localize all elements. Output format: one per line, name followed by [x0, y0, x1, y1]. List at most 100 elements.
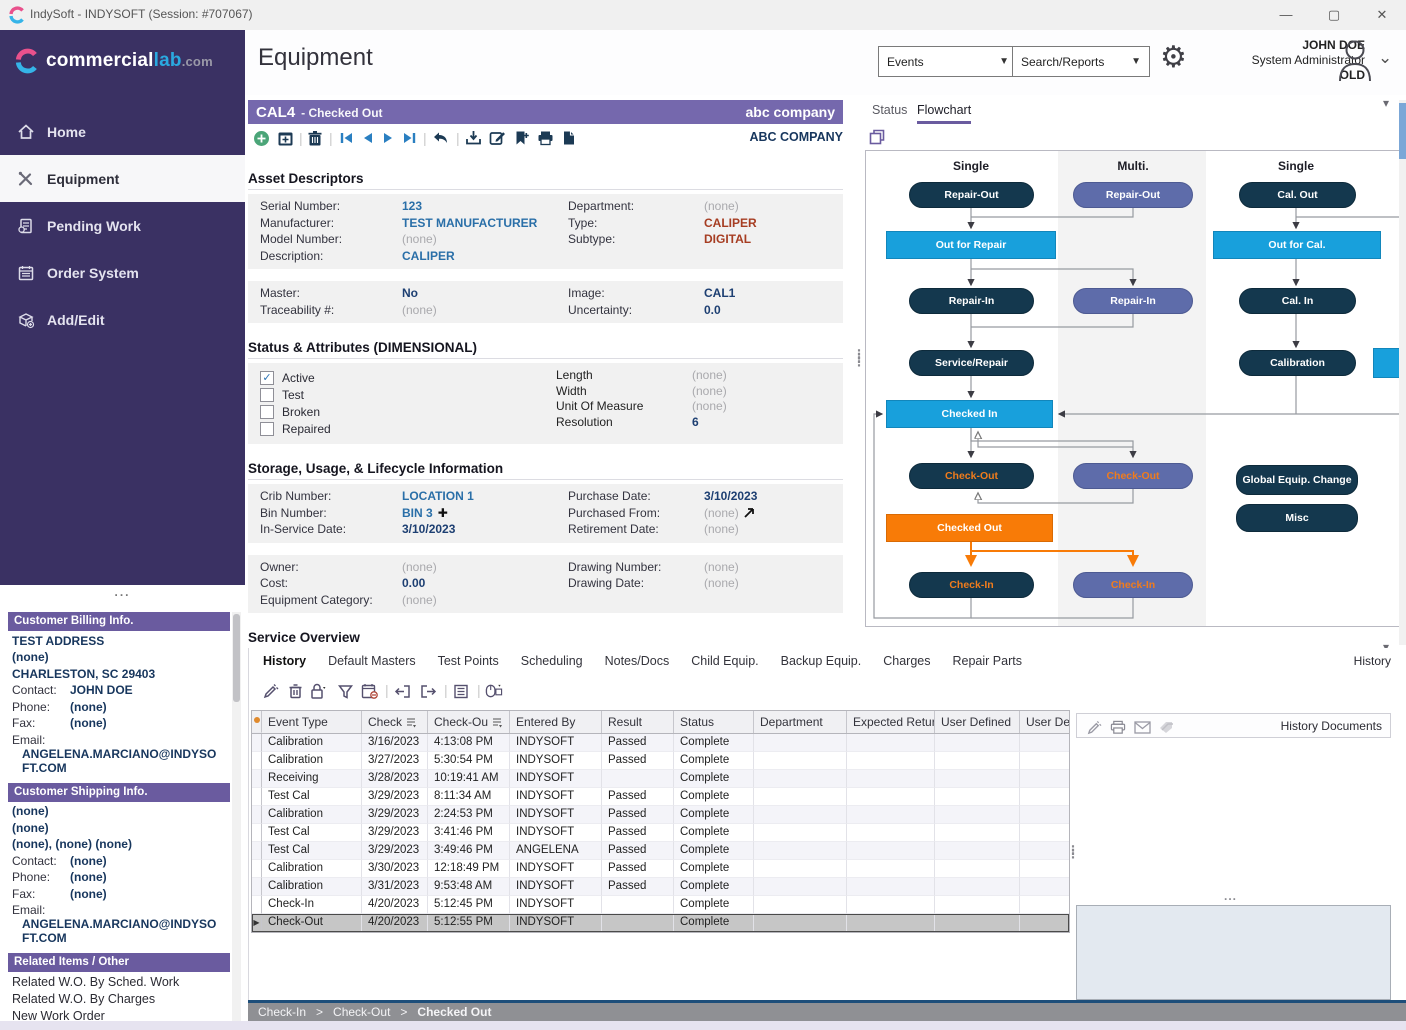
email-icon[interactable] [1133, 718, 1151, 736]
table-row[interactable]: Calibration3/30/202312:18:49 PMINDYSOFTP… [252, 860, 1069, 878]
copy-icon[interactable] [869, 129, 885, 145]
list-icon[interactable] [452, 682, 470, 700]
shipping-email[interactable]: ANGELENA.MARCIANO@INDYSOFT.COM [8, 917, 218, 945]
document-icon[interactable] [560, 129, 578, 147]
sidebar-item-home[interactable]: Home [0, 108, 245, 155]
sidebar-item-add-edit[interactable]: Add/Edit [0, 296, 245, 343]
tab-test-points[interactable]: Test Points [438, 654, 499, 668]
crib-number-value[interactable]: LOCATION 1 [402, 489, 568, 504]
related-link-sched-work[interactable]: Related W.O. By Sched. Work [8, 972, 230, 989]
settings-gear-icon[interactable]: ⚙ [1160, 40, 1187, 75]
flow-node-check-in-multi[interactable]: Check-In [1073, 572, 1193, 598]
edit-icon[interactable] [261, 682, 279, 700]
previous-record-icon[interactable] [358, 129, 376, 147]
flow-node-misc[interactable]: Misc [1236, 504, 1358, 532]
quick-event-icon[interactable] [485, 682, 503, 700]
column-header-department[interactable]: Department [754, 711, 847, 733]
events-dropdown[interactable]: Events▼ [878, 46, 1018, 77]
move-left-icon[interactable] [393, 682, 411, 700]
vertical-resize-handle[interactable]: ⋮⋮ [1067, 848, 1079, 856]
flow-node-service-repair[interactable]: Service/Repair [909, 350, 1034, 376]
image-value[interactable]: CAL1 [704, 286, 843, 301]
column-header-status[interactable]: Status [674, 711, 754, 733]
column-header-check-out[interactable]: Check-Ou [428, 711, 510, 733]
flow-node-cal-in[interactable]: Cal. In [1239, 288, 1356, 314]
last-record-icon[interactable] [400, 129, 418, 147]
flow-node-check-in-single[interactable]: Check-In [909, 572, 1034, 598]
lock-icon[interactable] [310, 682, 328, 700]
table-row[interactable]: Calibration3/29/20232:24:53 PMINDYSOFTPa… [252, 806, 1069, 824]
flow-node-checked-out[interactable]: Checked Out [886, 514, 1053, 542]
move-right-icon[interactable] [419, 682, 437, 700]
import-icon[interactable] [464, 129, 482, 147]
table-row[interactable]: Calibration3/27/20235:30:54 PMINDYSOFTPa… [252, 752, 1069, 770]
checkbox-row-broken[interactable]: Broken [260, 403, 556, 420]
delete-icon[interactable] [286, 682, 304, 700]
subtype-value[interactable]: DIGITAL [704, 232, 843, 247]
edit-icon[interactable] [488, 129, 506, 147]
tab-repair-parts[interactable]: Repair Parts [952, 654, 1021, 668]
flow-node-global-equip-change[interactable]: Global Equip. Change [1236, 465, 1358, 495]
goto-icon[interactable] [744, 508, 754, 518]
add-bin-icon[interactable]: ✚ [438, 506, 448, 520]
column-header-user-def[interactable]: User Def [1020, 711, 1069, 733]
broken-checkbox[interactable] [260, 405, 274, 419]
related-link-charges[interactable]: Related W.O. By Charges [8, 989, 230, 1006]
column-header-user-defined[interactable]: User Defined [935, 711, 1020, 733]
flow-node-calibration[interactable]: Calibration [1239, 350, 1356, 376]
description-value[interactable]: CALIPER [402, 249, 568, 264]
flow-node-cal-out[interactable]: Cal. Out [1239, 182, 1356, 208]
table-row[interactable]: Check-In4/20/20235:12:45 PMINDYSOFTCompl… [252, 896, 1069, 914]
sidebar-item-pending-work[interactable]: Pending Work [0, 202, 245, 249]
type-value[interactable]: CALIPER [704, 216, 843, 231]
flowchart-scrollbar[interactable] [1399, 100, 1406, 645]
table-row[interactable]: Test Cal3/29/20238:11:34 AMINDYSOFTPasse… [252, 788, 1069, 806]
table-row[interactable]: Test Cal3/29/20233:41:46 PMINDYSOFTPasse… [252, 824, 1069, 842]
checkbox-row-test[interactable]: Test [260, 386, 556, 403]
table-row[interactable]: Receiving3/28/202310:19:41 AMINDYSOFTCom… [252, 770, 1069, 788]
flowchart-scrollbar-thumb[interactable] [1399, 103, 1406, 159]
column-header-check[interactable]: Check [362, 711, 428, 733]
filter-icon[interactable] [336, 682, 354, 700]
user-menu-chevron-icon[interactable]: ⌄ [1378, 48, 1392, 68]
checkbox-row-repaired[interactable]: Repaired [260, 420, 556, 437]
flow-node-out-for-cal[interactable]: Out for Cal. [1213, 231, 1381, 259]
collapse-chevron-icon[interactable]: ▾ [1383, 96, 1389, 110]
tab-backup-equip[interactable]: Backup Equip. [781, 654, 862, 668]
flow-node-out-for-repair[interactable]: Out for Repair [886, 231, 1056, 259]
flow-node-repair-out-multi[interactable]: Repair-Out [1073, 182, 1193, 208]
tab-default-masters[interactable]: Default Masters [328, 654, 416, 668]
close-button[interactable]: ✕ [1367, 4, 1397, 26]
active-checkbox[interactable] [260, 371, 274, 385]
repaired-checkbox[interactable] [260, 422, 274, 436]
sidebar-item-order-system[interactable]: Order System [0, 249, 245, 296]
column-header-result[interactable]: Result [602, 711, 674, 733]
schedule-icon[interactable] [276, 129, 294, 147]
test-checkbox[interactable] [260, 388, 274, 402]
column-header-entered-by[interactable]: Entered By [510, 711, 602, 733]
add-icon[interactable] [252, 129, 270, 147]
print-icon[interactable] [536, 129, 554, 147]
breadcrumb-check-in[interactable]: Check-In [258, 1005, 306, 1019]
flow-node-checked-in[interactable]: Checked In [886, 400, 1053, 428]
bookmark-add-icon[interactable] [512, 129, 530, 147]
avatar-icon[interactable] [1335, 36, 1375, 82]
column-header-expected-return[interactable]: Expected Return [847, 711, 935, 733]
tab-child-equip[interactable]: Child Equip. [691, 654, 758, 668]
calendar-cancel-icon[interactable] [360, 682, 378, 700]
next-record-icon[interactable] [379, 129, 397, 147]
breadcrumb-check-out[interactable]: Check-Out [333, 1005, 390, 1019]
table-row[interactable]: Test Cal3/29/20233:49:46 PMANGELENAPasse… [252, 842, 1069, 860]
bin-number-value[interactable]: BIN 3 [402, 506, 433, 520]
sidebar-scrollbar[interactable] [232, 612, 241, 1030]
delete-icon[interactable] [306, 129, 324, 147]
search-reports-dropdown[interactable]: Search/Reports▼ [1012, 46, 1150, 77]
first-record-icon[interactable] [337, 129, 355, 147]
tab-flowchart[interactable]: Flowchart [917, 103, 971, 124]
edit-icon[interactable] [1085, 718, 1103, 736]
minimize-button[interactable]: — [1271, 4, 1301, 26]
flow-node-repair-in-single[interactable]: Repair-In [909, 288, 1034, 314]
docs-overflow-handle[interactable]: ... [1224, 889, 1237, 903]
flow-node-check-out-single[interactable]: Check-Out [909, 463, 1034, 489]
checkbox-row-active[interactable]: Active [260, 369, 556, 386]
